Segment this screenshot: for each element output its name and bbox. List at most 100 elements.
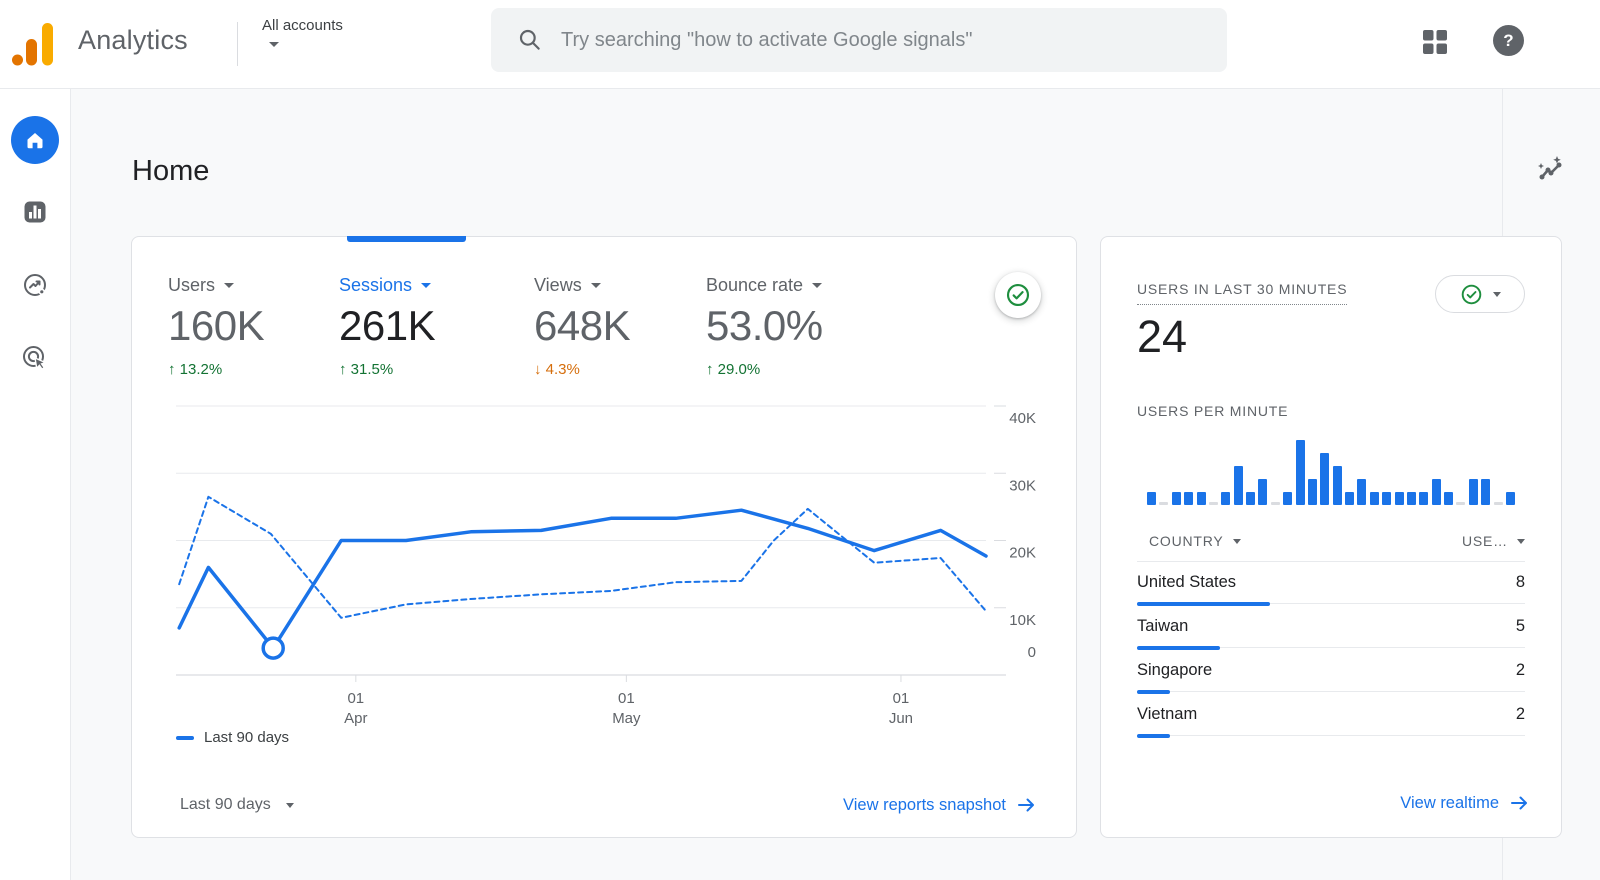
date-range-label: Last 90 days — [180, 796, 271, 813]
metric-value: 160K — [168, 302, 265, 349]
minute-bar — [1332, 466, 1342, 505]
minute-bar — [1481, 479, 1491, 505]
minute-bar — [1246, 492, 1255, 505]
target-cursor-icon — [23, 346, 48, 371]
svg-text:May: May — [612, 710, 641, 727]
svg-text:40K: 40K — [1009, 410, 1036, 427]
minute-bar — [1159, 502, 1169, 505]
chevron-down-icon — [269, 42, 279, 47]
svg-text:Apr: Apr — [344, 710, 367, 727]
selected-metric-indicator — [347, 236, 466, 242]
minute-bar — [1431, 479, 1441, 505]
google-analytics-logo-icon[interactable] — [10, 20, 58, 68]
overview-card: Users 160K ↑ 13.2% Sessions 261K ↑ 31.5% Views… — [131, 236, 1077, 838]
users-per-minute-chart[interactable] — [1147, 423, 1515, 505]
minute-bar — [1233, 466, 1243, 505]
metric-selector[interactable]: Sessions — [339, 275, 534, 296]
metric-value: 648K — [534, 302, 631, 349]
arrow-right-icon — [1018, 798, 1034, 812]
metric-selector[interactable]: Users — [168, 275, 339, 296]
chevron-down-icon — [285, 802, 294, 808]
minute-bar — [1419, 492, 1429, 505]
check-circle-icon — [1006, 283, 1030, 307]
minute-bar — [1320, 453, 1330, 505]
country-users: 5 — [1515, 617, 1525, 635]
minute-bar — [1196, 492, 1206, 505]
chevron-down-icon — [1232, 538, 1241, 544]
metric-value: 261K — [339, 302, 436, 349]
realtime-status-button[interactable] — [1435, 275, 1525, 313]
country-row[interactable]: Taiwan 5 — [1137, 606, 1525, 650]
search-icon — [519, 29, 540, 50]
minute-bar — [1283, 492, 1293, 505]
svg-text:01: 01 — [347, 690, 364, 707]
home-icon — [27, 133, 43, 149]
help-icon[interactable]: ? — [1493, 25, 1524, 56]
view-realtime-link[interactable]: View realtime — [1400, 793, 1529, 813]
apps-grid-icon[interactable] — [1421, 28, 1449, 56]
legend-label: Last 90 days — [204, 729, 290, 746]
metric-delta: ↓ 4.3% — [534, 361, 580, 378]
country-users: 2 — [1515, 705, 1525, 723]
minute-bar — [1394, 492, 1404, 505]
metric-delta: ↑ 31.5% — [339, 361, 394, 378]
country-row[interactable]: United States 8 — [1137, 562, 1525, 606]
users-column-header[interactable]: USE… — [1462, 533, 1525, 549]
minute-bar — [1270, 502, 1280, 505]
insights-button[interactable] — [1529, 149, 1573, 193]
row-separator — [1137, 691, 1525, 692]
country-table: COUNTRY USE… United States 8 Taiwan 5 Singap… — [1137, 533, 1525, 738]
search-input[interactable] — [559, 27, 1227, 53]
minute-bar — [1221, 492, 1231, 505]
top-app-bar: Analytics All accounts ? — [0, 0, 1600, 89]
chevron-down-icon — [421, 283, 432, 288]
svg-text:01: 01 — [618, 690, 635, 707]
country-column-header[interactable]: COUNTRY — [1149, 533, 1241, 549]
account-selector-label: All accounts — [262, 17, 343, 34]
date-range-selector[interactable]: Last 90 days — [180, 796, 294, 814]
country-users: 2 — [1515, 661, 1525, 679]
sidebar-item-reports[interactable] — [22, 199, 48, 225]
metric-selector[interactable]: Bounce rate — [706, 275, 936, 296]
search-bar[interactable] — [491, 8, 1227, 72]
sidebar-item-home[interactable] — [11, 116, 59, 164]
users-last-30-min-value: 24 — [1137, 311, 1188, 362]
minute-bar — [1382, 492, 1392, 505]
insights-sparkline-icon — [1538, 155, 1562, 179]
minute-bar — [1147, 492, 1156, 505]
chevron-down-icon — [224, 283, 235, 288]
realtime-title: USERS IN LAST 30 MINUTES — [1137, 281, 1348, 305]
svg-text:01: 01 — [893, 690, 910, 707]
sidebar-item-advertising[interactable] — [22, 345, 48, 371]
minute-bar — [1369, 492, 1379, 505]
country-row[interactable]: Vietnam 2 — [1137, 694, 1525, 738]
minute-bar — [1468, 479, 1478, 505]
chevron-down-icon — [590, 283, 601, 288]
view-reports-snapshot-link[interactable]: View reports snapshot — [843, 795, 1036, 815]
divider — [237, 22, 238, 66]
chevron-down-icon — [812, 283, 823, 288]
users-bar — [1137, 734, 1170, 738]
country-table-header: COUNTRY USE… — [1137, 533, 1525, 562]
chevron-down-icon — [1492, 291, 1501, 297]
minute-bar — [1184, 492, 1194, 505]
metric-value: 53.0% — [706, 302, 823, 349]
metric-users: Users 160K ↑ 13.2% — [168, 275, 339, 378]
sidebar-item-explore[interactable] — [22, 272, 48, 298]
minute-bar — [1505, 492, 1515, 505]
sessions-line-chart[interactable]: 0 10K 20K 30K 40K 01 Apr 01 May 01 Jun — [132, 387, 1078, 747]
app-name: Analytics — [78, 25, 188, 55]
metric-selector[interactable]: Views — [534, 275, 706, 296]
country-row[interactable]: Singapore 2 — [1137, 650, 1525, 694]
arrow-right-icon — [1511, 796, 1527, 810]
data-quality-button[interactable] — [995, 272, 1041, 318]
minute-bar — [1295, 440, 1305, 505]
bar-chart-icon — [24, 201, 46, 223]
country-users: 8 — [1515, 573, 1525, 591]
country-name: Singapore — [1137, 661, 1213, 679]
minute-bar — [1307, 479, 1317, 505]
minute-bar — [1208, 502, 1218, 505]
minute-bar — [1444, 492, 1453, 505]
nav-sidebar — [0, 89, 71, 880]
account-selector[interactable]: All accounts — [262, 17, 343, 52]
